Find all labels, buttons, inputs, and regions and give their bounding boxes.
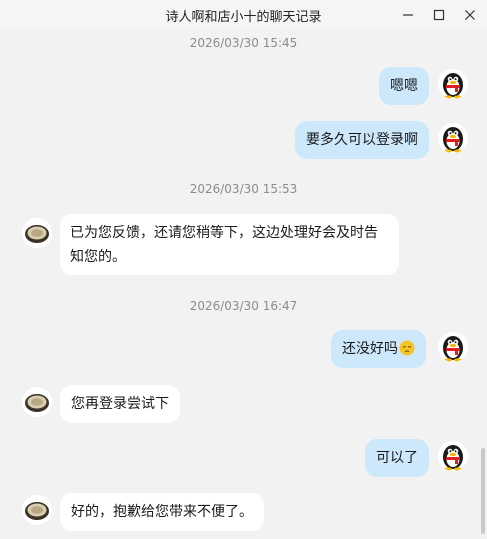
message-timestamp: 2026/03/30 16:47 bbox=[189, 299, 298, 313]
bowl-icon bbox=[22, 495, 52, 525]
close-button[interactable] bbox=[459, 4, 481, 26]
penguin-avatar[interactable] bbox=[438, 69, 468, 99]
outgoing-message-bubble[interactable]: 嗯嗯 bbox=[379, 67, 429, 105]
close-icon bbox=[465, 10, 475, 20]
bowl-icon bbox=[22, 387, 52, 417]
incoming-message-bubble[interactable]: 您再登录尝试下 bbox=[60, 385, 180, 423]
message-text: 还没好吗 bbox=[342, 341, 398, 357]
message-timestamp: 2026/03/30 15:53 bbox=[189, 182, 298, 196]
bowl-icon bbox=[22, 218, 52, 248]
chat-history-window: 诗人啊和店小十的聊天记录 2026/03/30 15:45 嗯嗯 要多久可以登录… bbox=[0, 0, 487, 539]
minimize-button[interactable] bbox=[397, 4, 419, 26]
incoming-message-bubble[interactable]: 好的，抱歉给您带来不便了。 bbox=[60, 493, 264, 531]
title-bar[interactable]: 诗人啊和店小十的聊天记录 bbox=[0, 0, 487, 30]
message-list[interactable]: 2026/03/30 15:45 嗯嗯 要多久可以登录啊 2026/03/30 … bbox=[0, 30, 487, 539]
penguin-avatar[interactable] bbox=[438, 441, 468, 471]
bowl-avatar[interactable] bbox=[22, 218, 52, 248]
message-timestamp: 2026/03/30 15:45 bbox=[189, 36, 298, 50]
bowl-avatar[interactable] bbox=[22, 387, 52, 417]
pensive-face-emoji bbox=[399, 340, 415, 356]
penguin-avatar[interactable] bbox=[438, 123, 468, 153]
outgoing-message-bubble[interactable]: 可以了 bbox=[365, 439, 429, 477]
penguin-icon bbox=[438, 332, 468, 362]
penguin-avatar[interactable] bbox=[438, 332, 468, 362]
bowl-avatar[interactable] bbox=[22, 495, 52, 525]
penguin-icon bbox=[438, 441, 468, 471]
penguin-icon bbox=[438, 123, 468, 153]
penguin-icon bbox=[438, 69, 468, 99]
outgoing-message-bubble[interactable]: 还没好吗 bbox=[331, 330, 426, 368]
incoming-message-bubble[interactable]: 已为您反馈，还请您稍等下，这边处理好会及时告知您的。 bbox=[60, 214, 399, 275]
minimize-icon bbox=[403, 14, 413, 16]
maximize-icon bbox=[433, 9, 445, 21]
scrollbar-thumb[interactable] bbox=[481, 448, 485, 534]
outgoing-message-bubble[interactable]: 要多久可以登录啊 bbox=[295, 121, 429, 159]
maximize-button[interactable] bbox=[428, 4, 450, 26]
